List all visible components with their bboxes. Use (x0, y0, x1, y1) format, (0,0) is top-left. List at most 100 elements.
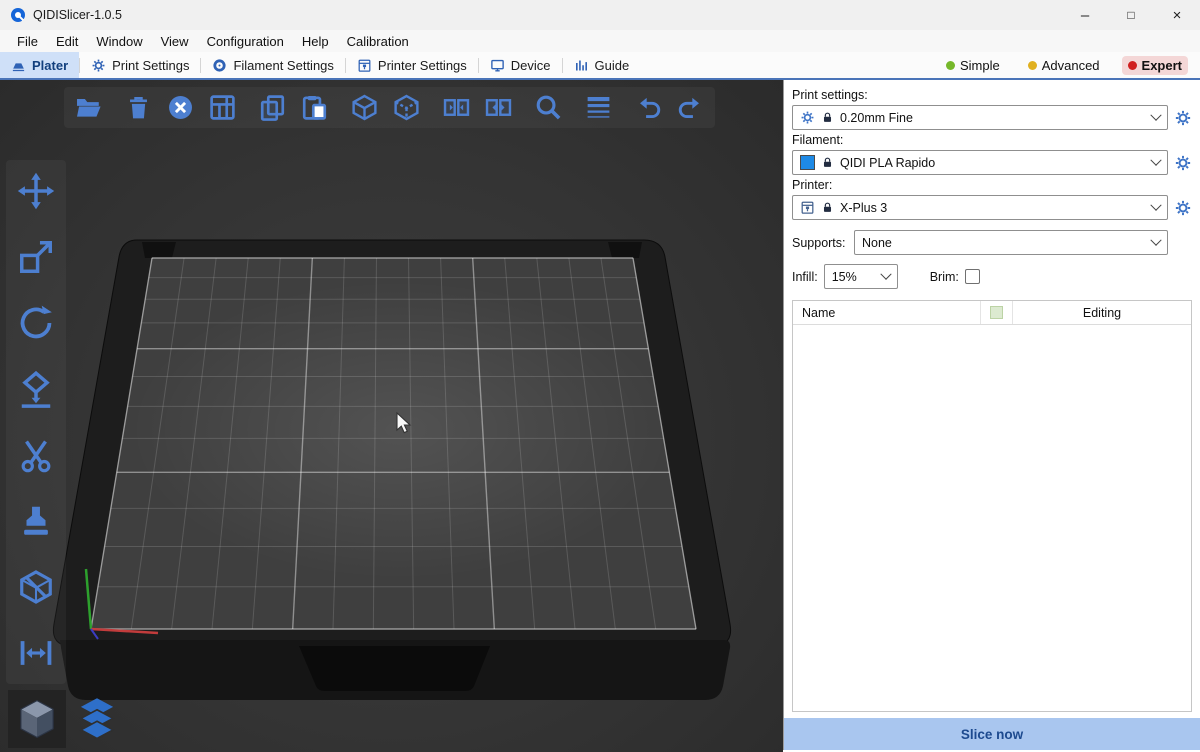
split-parts-icon (392, 93, 421, 122)
column-editing[interactable]: Editing (1012, 301, 1191, 324)
paint-supports-icon (17, 502, 55, 540)
brim-checkbox[interactable] (965, 269, 980, 284)
tab-filament-settings[interactable]: Filament Settings (201, 52, 344, 78)
undo-button[interactable] (633, 92, 664, 123)
tab-guide[interactable]: Guide (563, 52, 641, 78)
object-list[interactable]: Name Editing (792, 300, 1192, 712)
infill-label: Infill: (792, 270, 818, 284)
supports-combo[interactable]: None (854, 230, 1168, 255)
paste-button[interactable] (299, 92, 330, 123)
scale-button[interactable] (10, 234, 62, 280)
open-project-button[interactable] (73, 92, 104, 123)
3d-viewport[interactable] (0, 80, 783, 752)
copy-button[interactable] (257, 92, 288, 123)
printer-row: X-Plus 3 (792, 195, 1192, 220)
add-instance-button[interactable] (441, 92, 472, 123)
rotate-button[interactable] (10, 300, 62, 346)
tab-label: Device (511, 58, 551, 73)
mode-label: Expert (1142, 58, 1182, 73)
tab-print-settings[interactable]: Print Settings (80, 52, 200, 78)
column-extruder[interactable] (980, 301, 1012, 324)
print-bed-notch (299, 646, 490, 691)
device-icon (490, 58, 505, 73)
redo-button[interactable] (675, 92, 706, 123)
3d-scene[interactable] (0, 80, 783, 752)
menu-window[interactable]: Window (87, 30, 151, 52)
titlebar: QIDISlicer-1.0.5 –□× (0, 0, 1200, 30)
window-maximize-button[interactable]: □ (1108, 0, 1154, 30)
chevron-down-icon (1150, 234, 1161, 245)
slice-now-button[interactable]: Slice now (784, 718, 1200, 750)
mode-advanced[interactable]: Advanced (1022, 56, 1106, 75)
filament-combo[interactable]: QIDI PLA Rapido (792, 150, 1168, 175)
search-button[interactable] (533, 92, 564, 123)
tab-label: Print Settings (112, 58, 189, 73)
move-button[interactable] (10, 168, 62, 214)
remove-instance-icon (484, 93, 513, 122)
print-settings-gear-button[interactable] (1174, 109, 1192, 127)
menu-edit[interactable]: Edit (47, 30, 87, 52)
supports-value: None (862, 236, 1146, 250)
bed-clip-right (608, 242, 642, 258)
printer-combo[interactable]: X-Plus 3 (792, 195, 1168, 220)
window-minimize-button[interactable]: – (1062, 0, 1108, 30)
filament-gear-button[interactable] (1174, 154, 1192, 172)
mode-label: Simple (960, 58, 1000, 73)
tab-label: Plater (32, 58, 68, 73)
folder-open-icon (74, 93, 103, 122)
tab-strip: Plater Print Settings Filament Settings Pri… (0, 52, 640, 78)
variable-layer-height-button[interactable] (583, 92, 614, 123)
bed-sheen (130, 280, 670, 580)
distance-button[interactable] (10, 630, 62, 676)
menu-help[interactable]: Help (293, 30, 338, 52)
preview-view-button[interactable] (68, 690, 126, 748)
brim-label: Brim: (930, 270, 959, 284)
paint-supports-button[interactable] (10, 498, 62, 544)
delete-button[interactable] (123, 92, 154, 123)
remove-instance-button[interactable] (483, 92, 514, 123)
arrange-icon (208, 93, 237, 122)
mode-expert[interactable]: Expert (1122, 56, 1188, 75)
infill-value: 15% (832, 270, 876, 284)
place-on-face-icon (17, 370, 55, 408)
add-instance-icon (442, 93, 471, 122)
column-name[interactable]: Name (793, 301, 980, 324)
chevron-down-icon (880, 268, 891, 279)
main-area: Print settings: 0.20mm Fine Filament: (0, 80, 1200, 750)
mode-simple[interactable]: Simple (940, 56, 1006, 75)
trash-icon (124, 93, 153, 122)
split-to-parts-button[interactable] (391, 92, 422, 123)
menu-view[interactable]: View (152, 30, 198, 52)
tab-device[interactable]: Device (479, 52, 562, 78)
printer-value: X-Plus 3 (840, 201, 1146, 215)
plater-icon (11, 58, 26, 73)
printer-icon (800, 200, 815, 215)
menu-calibration[interactable]: Calibration (338, 30, 418, 52)
scale-icon (17, 238, 55, 276)
infill-combo[interactable]: 15% (824, 264, 898, 289)
tab-plater[interactable]: Plater (0, 52, 79, 78)
printer-label: Printer: (792, 178, 1192, 192)
print-settings-combo[interactable]: 0.20mm Fine (792, 105, 1168, 130)
printer-gear-button[interactable] (1174, 199, 1192, 217)
tab-label: Printer Settings (378, 58, 467, 73)
3d-editor-view-button[interactable] (8, 690, 66, 748)
menu-configuration[interactable]: Configuration (198, 30, 293, 52)
bed-clip-left (142, 242, 176, 258)
object-list-body[interactable] (793, 325, 1191, 711)
mode-label: Advanced (1042, 58, 1100, 73)
measure-button[interactable] (10, 564, 62, 610)
chevron-down-icon (1150, 199, 1161, 210)
window-close-button[interactable]: × (1154, 0, 1200, 30)
split-to-objects-button[interactable] (349, 92, 380, 123)
arrange-button[interactable] (207, 92, 238, 123)
delete-all-button[interactable] (165, 92, 196, 123)
mode-dot-icon (1028, 61, 1037, 70)
undo-icon (634, 93, 663, 122)
cut-button[interactable] (10, 432, 62, 478)
menu-file[interactable]: File (8, 30, 47, 52)
app-icon (10, 7, 26, 23)
tab-printer-settings[interactable]: Printer Settings (346, 52, 478, 78)
app-window: QIDISlicer-1.0.5 –□× FileEditWindowViewC… (0, 0, 1200, 750)
place-on-face-button[interactable] (10, 366, 62, 412)
